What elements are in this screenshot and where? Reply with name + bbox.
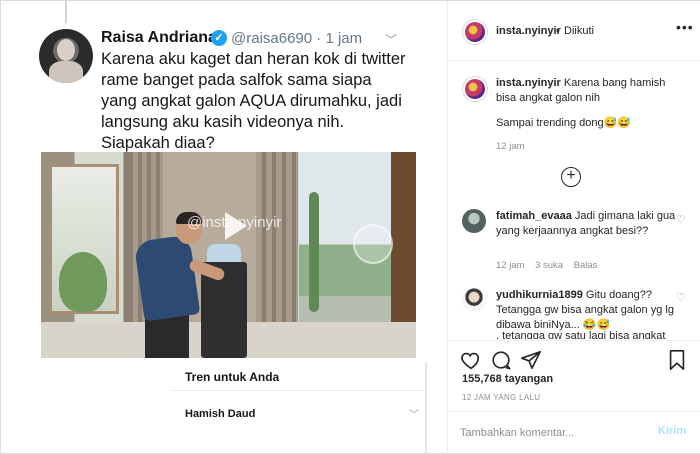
divider	[171, 390, 427, 391]
share-icon[interactable]	[520, 349, 542, 371]
chevron-down-icon: ﹀	[385, 33, 398, 47]
reply-button[interactable]: Balas	[574, 260, 598, 271]
more-options-icon[interactable]: •••	[676, 19, 694, 35]
heart-icon[interactable]: ♡	[676, 213, 686, 226]
post-header: insta.nyinyir • Diikuti •••	[448, 1, 700, 61]
load-more-comments-icon[interactable]: +	[561, 167, 581, 187]
chevron-down-icon: ﹀	[409, 410, 419, 421]
caption: insta.nyinyir Karena bang hamish bisa an…	[496, 76, 686, 106]
post-media[interactable]: Raisa Andriana ✓ @raisa6690 · 1 jam ﹀ Ka…	[1, 1, 448, 453]
view-count[interactable]: 155,768 tayangan	[462, 373, 553, 385]
replay-ring-icon	[353, 224, 393, 264]
caption-username[interactable]: insta.nyinyir	[496, 77, 561, 89]
tweet-text: Karena aku kaget dan heran kok di twitte…	[101, 50, 406, 152]
tweet-avatar	[39, 29, 93, 83]
comment-username[interactable]: fatimah_evaaa	[496, 210, 572, 222]
comment-bar: Kirim	[448, 411, 700, 453]
comment-overflow-text: , tetangga gw satu lagi bisa angkat	[496, 330, 666, 339]
header-separator: •	[556, 25, 560, 37]
comment-username[interactable]: yudhikurnia1899	[496, 289, 583, 301]
like-heart-icon[interactable]	[460, 349, 482, 371]
post-side-panel: insta.nyinyir • Diikuti ••• insta.nyinyi…	[448, 1, 700, 453]
comment-meta: 12 jam 3 suka Balas	[496, 260, 597, 271]
comment-icon[interactable]	[490, 349, 512, 371]
trends-title: Tren untuk Anda	[185, 370, 280, 384]
tweet-handle-time: @raisa6690 · 1 jam	[231, 30, 363, 47]
comments-list[interactable]: insta.nyinyir Karena bang hamish bisa an…	[448, 62, 700, 339]
comment-input[interactable]	[460, 424, 650, 442]
video-player[interactable]: @insta.nyinyir	[41, 152, 416, 358]
post-actions: 155,768 tayangan 12 JAM YANG LALU	[448, 340, 700, 402]
verified-badge-icon: ✓	[211, 30, 227, 46]
trend-item: Hamish Daud	[185, 408, 256, 420]
trends-panel: Tren untuk Anda Hamish Daud ﹀	[171, 362, 427, 453]
follow-status-button[interactable]: Diikuti	[564, 25, 594, 37]
avatar[interactable]	[462, 76, 488, 102]
tweet-thread-line	[65, 1, 67, 23]
comment-likes[interactable]: 3 suka	[535, 260, 563, 271]
post-time: 12 JAM YANG LALU	[462, 393, 541, 402]
comment-time: 12 jam	[496, 260, 525, 271]
avatar[interactable]	[462, 288, 486, 312]
avatar[interactable]	[462, 209, 486, 233]
play-icon[interactable]	[211, 202, 259, 250]
tweet-author-name: Raisa Andriana	[101, 29, 217, 46]
bookmark-icon[interactable]	[666, 349, 688, 371]
avatar[interactable]	[462, 19, 488, 45]
caption-extra: Sampai trending dong😅😅	[496, 117, 632, 129]
comment: fatimah_evaaa Jadi gimana laki gua yang …	[496, 209, 686, 239]
heart-icon[interactable]: ♡	[676, 291, 686, 304]
header-username[interactable]: insta.nyinyir	[496, 25, 561, 37]
caption-time: 12 jam	[496, 141, 525, 152]
post-comment-button[interactable]: Kirim	[658, 425, 686, 437]
comment: yudhikurnia1899 Gitu doang?? Tetangga gw…	[496, 288, 686, 333]
instagram-post-modal: Raisa Andriana ✓ @raisa6690 · 1 jam ﹀ Ka…	[0, 0, 700, 454]
